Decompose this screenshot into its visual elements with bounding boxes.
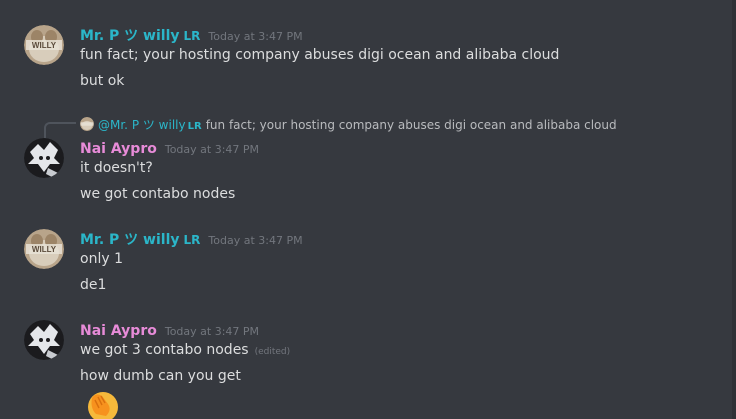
chat-message-list: WILLY Mr. P ツ willy LR Today at 3:47 PM fu… — [0, 0, 736, 419]
avatar[interactable] — [24, 320, 64, 360]
author-name[interactable]: Nai Aypro — [80, 141, 157, 157]
message-line: but ok — [80, 73, 125, 89]
message-line: how dumb can you get — [80, 368, 241, 384]
timestamp: Today at 3:47 PM — [208, 234, 303, 247]
reply-spine — [44, 122, 76, 138]
author-name[interactable]: Nai Aypro — [80, 323, 157, 339]
message-line: we got contabo nodes — [80, 186, 236, 202]
reply-reference[interactable]: @Mr. P ツ willy LR fun fact; your hosting c… — [80, 116, 617, 132]
author-name[interactable]: Mr. P ツ willy — [80, 232, 180, 248]
message-header: Nai Aypro Today at 3:47 PM — [80, 320, 259, 340]
message-header: Mr. P ツ willy LR Today at 3:47 PM — [80, 25, 303, 45]
message-line: we got 3 contabo nodes (edited) — [80, 342, 290, 358]
message-text: we got 3 contabo nodes — [80, 342, 249, 358]
reply-text: fun fact; your hosting company abuses di… — [205, 118, 617, 132]
message-line: de1 — [80, 277, 107, 293]
willy-avatar-icon — [80, 117, 94, 131]
message-line: it doesn't? — [80, 160, 153, 176]
edited-label: (edited) — [254, 347, 291, 357]
reply-avatar — [80, 117, 94, 131]
svg-text:WILLY: WILLY — [32, 245, 57, 254]
author-name[interactable]: Mr. P ツ willy — [80, 28, 180, 44]
message-header: Nai Aypro Today at 3:47 PM — [80, 138, 259, 158]
timestamp: Today at 3:47 PM — [164, 325, 260, 338]
avatar[interactable]: WILLY — [24, 229, 64, 269]
avatar[interactable]: WILLY — [24, 25, 64, 65]
facepalm-emoji[interactable] — [86, 390, 120, 419]
scrollbar[interactable] — [732, 0, 736, 419]
message-line: only 1 — [80, 251, 123, 267]
timestamp: Today at 3:47 PM — [164, 143, 260, 156]
avatar[interactable] — [24, 138, 64, 178]
reply-author-tag: LR — [187, 121, 202, 132]
nai-avatar-icon — [24, 138, 64, 178]
reply-author[interactable]: @Mr. P ツ willy LR — [98, 118, 202, 132]
willy-avatar-icon: WILLY — [24, 229, 64, 269]
reply-author-name: @Mr. P ツ willy — [98, 118, 186, 132]
author-tag: LR — [183, 233, 201, 247]
nai-avatar-icon — [24, 320, 64, 360]
message-header: Mr. P ツ willy LR Today at 3:47 PM — [80, 229, 303, 249]
svg-text:WILLY: WILLY — [32, 41, 57, 50]
author-tag: LR — [183, 29, 201, 43]
timestamp: Today at 3:47 PM — [208, 30, 303, 43]
message-line: fun fact; your hosting company abuses di… — [80, 47, 560, 63]
willy-avatar-icon: WILLY — [24, 25, 64, 65]
facepalm-icon — [88, 392, 118, 419]
